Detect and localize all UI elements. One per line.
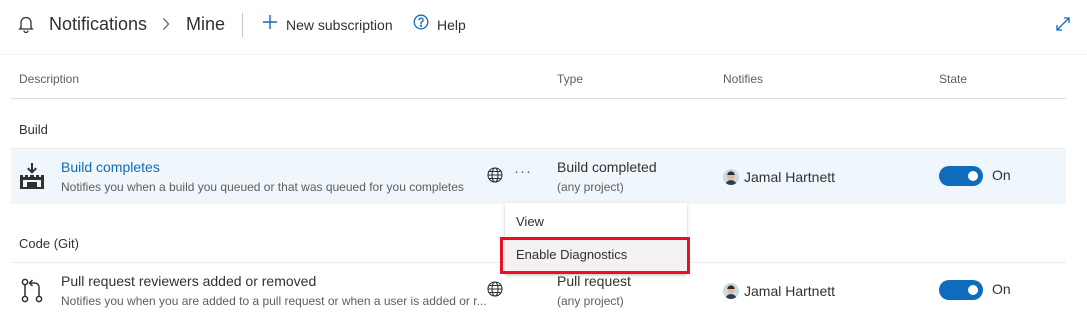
new-subscription-label: New subscription [286,16,393,33]
page-title: Notifications [49,14,148,34]
subscription-title-link[interactable]: Build completes [61,159,160,175]
subscription-description: Notifies you when you are added to a pul… [61,294,487,308]
state-toggle[interactable] [939,166,983,186]
group-header-code-git: Code (Git) [19,236,79,251]
column-header-type[interactable]: Type [557,72,583,86]
plus-icon [262,14,278,35]
new-subscription-button[interactable]: New subscription [262,14,393,35]
subscription-type: Pull request [557,273,631,289]
more-options-button[interactable]: ··· [514,163,532,180]
highlight-box [500,237,690,274]
help-button[interactable]: Help [413,14,466,35]
group-header-build: Build [19,122,48,137]
bell-icon [18,15,34,38]
breadcrumb[interactable]: Mine [186,14,225,35]
subscription-scope: (any project) [557,180,624,194]
column-header-divider [11,98,1066,99]
help-label: Help [437,16,466,33]
subscription-description: Notifies you when a build you queued or … [61,180,464,194]
table-row[interactable]: Build completes Notifies you when a buil… [11,149,1066,204]
page-header: Notifications Mine New subscription Help [0,0,1087,52]
pull-request-icon [19,277,45,308]
help-icon [413,14,429,35]
notifies-user: Jamal Hartnett [723,283,835,299]
subscription-type: Build completed [557,159,657,175]
toggle-knob [968,285,978,295]
subscription-scope: (any project) [557,294,624,308]
state-label: On [992,281,1011,297]
notifies-name: Jamal Hartnett [744,169,836,185]
avatar [723,283,739,299]
globe-icon[interactable] [487,281,503,302]
header-divider-line [0,54,1087,55]
expand-icon[interactable] [1055,16,1071,37]
notifies-user: Jamal Hartnett [723,169,835,185]
column-header-notifies[interactable]: Notifies [723,72,763,86]
state-toggle[interactable] [939,280,983,300]
column-header-description[interactable]: Description [19,72,79,86]
header-divider [242,13,243,37]
column-header-state[interactable]: State [939,72,967,86]
toggle-knob [968,171,978,181]
menu-item-view[interactable]: View [505,206,687,238]
notifies-name: Jamal Hartnett [744,283,836,299]
chevron-right-icon [162,17,170,36]
build-icon [19,163,45,194]
state-label: On [992,167,1011,183]
avatar [723,169,739,185]
subscription-title-link[interactable]: Pull request reviewers added or removed [61,273,316,289]
globe-icon[interactable] [487,167,503,188]
